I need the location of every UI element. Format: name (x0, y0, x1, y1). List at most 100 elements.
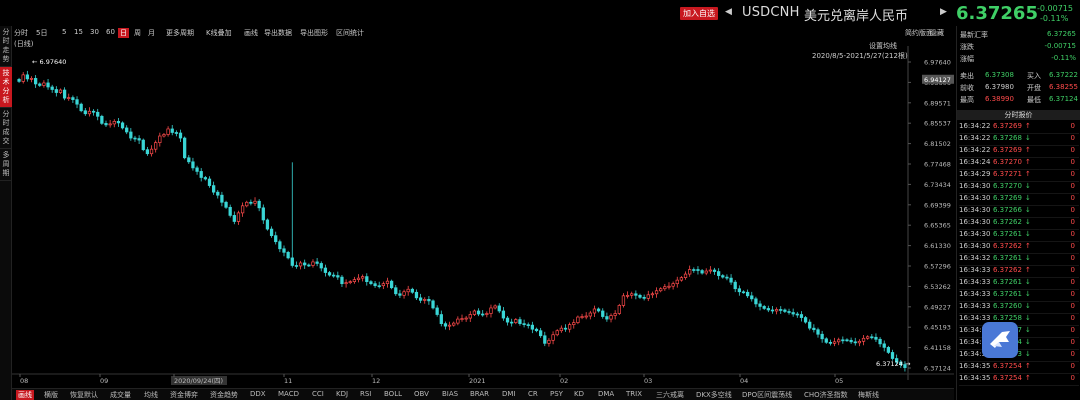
indicator-tab[interactable]: DMI (502, 390, 516, 398)
tick-price: 6.37258 (993, 314, 1022, 322)
candle-body (67, 97, 71, 99)
high-annotation: ← 6.97640 (32, 58, 66, 66)
indicator-tab[interactable]: BIAS (442, 390, 458, 398)
candle-body (319, 263, 323, 269)
toolbar-item[interactable]: 60 (106, 28, 115, 36)
indicator-tab[interactable]: 恢复默认 (70, 390, 98, 400)
toolbar-item[interactable]: 周 (134, 28, 141, 38)
indicator-tab[interactable]: DMA (598, 390, 614, 398)
indicator-tab[interactable]: DPO区间震荡线 (742, 390, 792, 400)
arrow-down-icon: ↓ (1025, 182, 1031, 190)
candle-body (166, 128, 170, 135)
candle-body (526, 324, 530, 326)
tick-row: 16:34:22 6.37269 ↑ 0 (959, 146, 1079, 158)
y-tick-label: 6.81502 (924, 140, 951, 148)
toolbar-item[interactable]: 15 (74, 28, 83, 36)
indicator-tab[interactable]: KD (574, 390, 584, 398)
indicator-tab[interactable]: 画线 (16, 390, 34, 400)
hide-button[interactable]: 隐藏 (930, 28, 944, 38)
sell-value: 6.37308 (985, 71, 1014, 79)
tick-volume: 0 (1070, 326, 1075, 334)
candlestick-chart[interactable]: 6.976406.936066.895716.855376.815026.774… (12, 40, 954, 390)
indicator-tab[interactable]: 成交量 (110, 390, 131, 400)
indicator-tab[interactable]: DDX (250, 390, 266, 398)
tick-time: 16:34:33 (959, 314, 991, 322)
candle-body (112, 121, 116, 125)
indicator-tab[interactable]: OBV (414, 390, 429, 398)
candle-body (154, 142, 158, 150)
candle-body (348, 281, 352, 284)
y-tick-label: 6.65365 (924, 222, 951, 230)
sidebar-item-trades[interactable]: 分时成交 (0, 108, 12, 149)
tick-time: 16:34:30 (959, 206, 991, 214)
indicator-tab[interactable]: BOLL (384, 390, 402, 398)
toolbar-item[interactable]: 30 (90, 28, 99, 36)
indicator-tab[interactable]: 资金趋势 (210, 390, 238, 400)
toolbar-item[interactable]: K线叠加 (206, 28, 232, 38)
candle-body (841, 339, 845, 342)
tick-price: 6.37266 (993, 206, 1022, 214)
toolbar-item[interactable]: 更多周期 (166, 28, 194, 38)
candle-body (100, 115, 104, 124)
indicator-tab[interactable]: TRIX (626, 390, 642, 398)
candle-body (344, 282, 348, 285)
candle-body (671, 283, 675, 287)
candle-body (667, 285, 671, 288)
symbol-code: USDCNH (742, 5, 800, 20)
tick-time: 16:34:33 (959, 278, 991, 286)
indicator-tab[interactable]: BRAR (470, 390, 489, 398)
toolbar-item[interactable]: 画线 (244, 28, 258, 38)
candle-body (257, 200, 261, 209)
candle-body (605, 316, 609, 320)
indicator-tab[interactable]: 均线 (144, 390, 158, 400)
indicator-tab[interactable]: CCI (312, 390, 324, 398)
indicator-tab[interactable]: MACD (278, 390, 299, 398)
candle-body (447, 324, 452, 327)
tick-volume: 0 (1070, 254, 1075, 262)
candle-body (886, 347, 891, 353)
indicator-tab[interactable]: PSY (550, 390, 563, 398)
tick-row: 16:34:24 6.37270 ↑ 0 (959, 158, 1079, 170)
candle-body (216, 191, 220, 196)
toolbar-item[interactable]: 导出数据 (264, 28, 292, 38)
triangle-right-icon[interactable]: ▶ (940, 7, 947, 17)
candle-body (137, 138, 141, 141)
candle-body (642, 296, 646, 299)
triangle-left-icon[interactable]: ◀ (725, 7, 732, 17)
candle-body (410, 288, 414, 293)
latest-rate-value: 6.37265 (1047, 30, 1076, 38)
x-tick-label: 03 (644, 377, 652, 385)
indicator-tab[interactable]: 资金博弈 (170, 390, 198, 400)
candle-body (476, 310, 481, 315)
candle-body (576, 316, 580, 323)
indicator-tab[interactable]: DKX多空线 (696, 390, 732, 400)
toolbar-item[interactable]: 导出图形 (300, 28, 328, 38)
candle-body (663, 286, 667, 290)
add-to-watchlist-button[interactable]: 加入自选 (680, 7, 718, 20)
candle-body (414, 291, 419, 299)
sidebar-item-multi-period[interactable]: 多周期 (0, 149, 12, 181)
indicator-tab[interactable]: 横版 (44, 390, 58, 400)
tick-price: 6.37269 (993, 194, 1022, 202)
tick-row: 16:34:35 6.37254 ↑ 0 (959, 362, 1079, 374)
y-tick-label: 6.37124 (924, 365, 951, 373)
toolbar-item[interactable]: 月 (148, 28, 155, 38)
toolbar-item[interactable]: 区间统计 (336, 28, 364, 38)
candle-body (866, 336, 870, 339)
indicator-tab[interactable]: 三六戒离 (656, 390, 684, 400)
toolbar-item[interactable]: 5 (62, 28, 66, 36)
candle-body (874, 336, 878, 340)
toolbar-item[interactable]: 日 (118, 28, 129, 38)
current-price: 6.37265 (956, 3, 1038, 24)
indicator-tab[interactable]: RSI (360, 390, 371, 398)
toolbar-item[interactable]: 分时 (14, 28, 28, 38)
x-tick-label: 04 (740, 377, 748, 385)
sidebar-item-intraday[interactable]: 分时走势 (0, 26, 12, 67)
toolbar-item[interactable]: 5日 (36, 28, 47, 38)
indicator-tab[interactable]: 梅斯线 (858, 390, 879, 400)
indicator-tab[interactable]: CHO济圣指数 (804, 390, 848, 400)
sidebar-item-technical[interactable]: 技术分析 (0, 67, 12, 108)
simple-layout-button[interactable]: 简约版面 (905, 28, 933, 38)
indicator-tab[interactable]: CR (528, 390, 538, 398)
indicator-tab[interactable]: KDJ (336, 390, 348, 398)
